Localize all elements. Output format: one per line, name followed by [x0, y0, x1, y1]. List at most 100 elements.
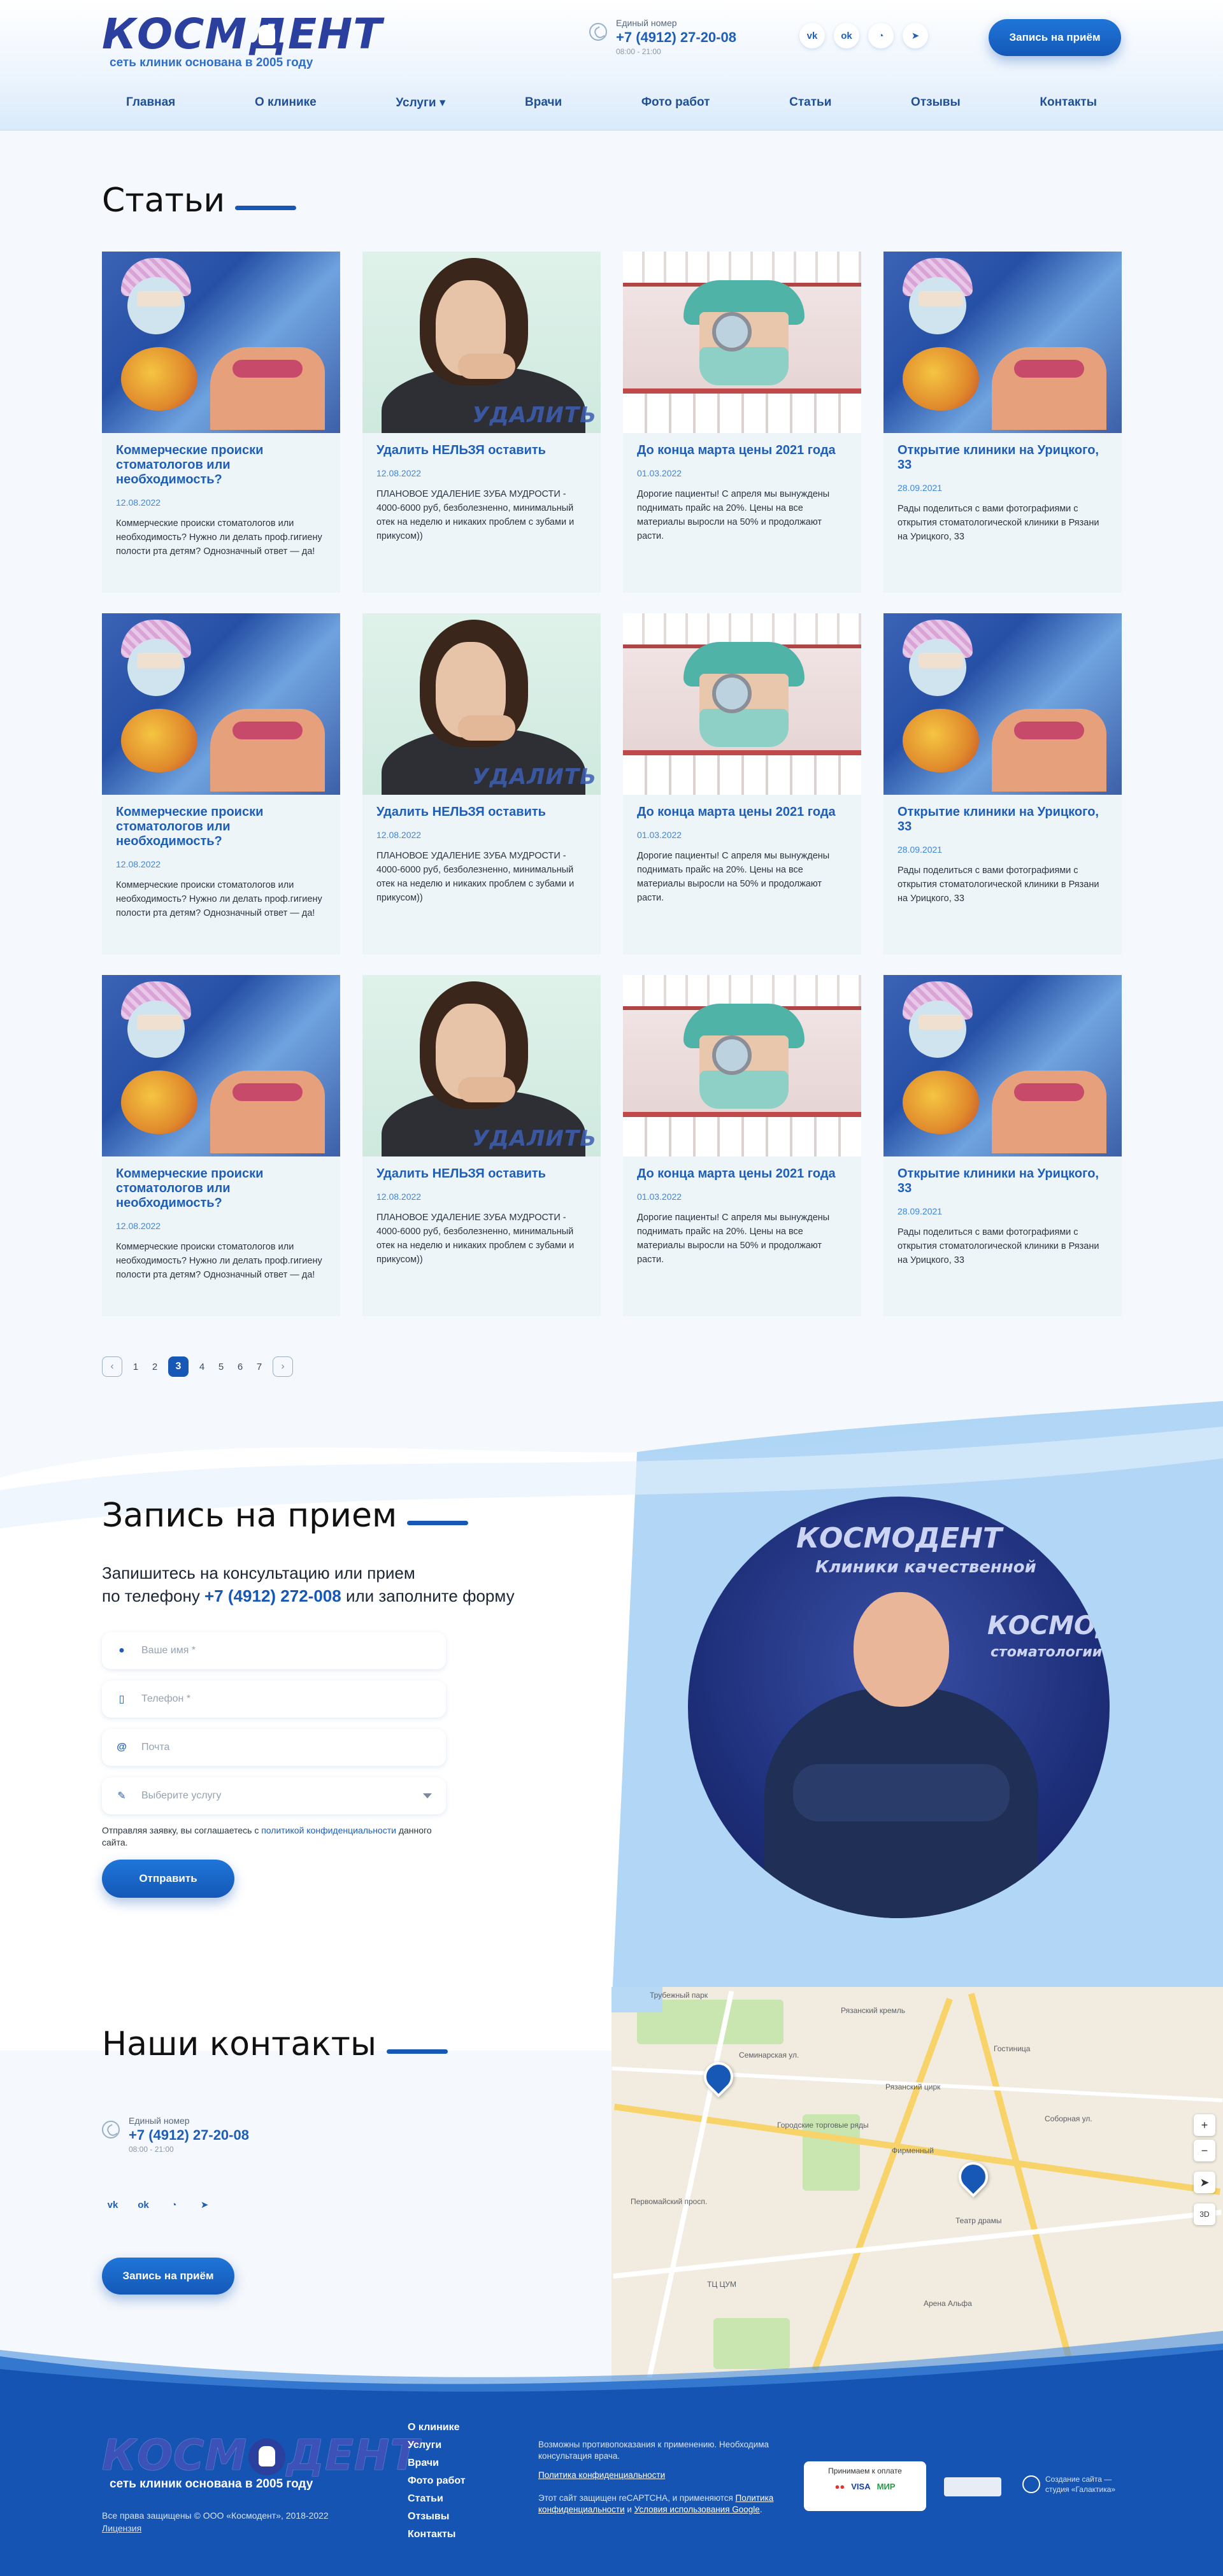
nav-item-doctors[interactable]: Врачи [525, 96, 562, 110]
article-image[interactable]: УДАЛИТЬ [362, 613, 601, 795]
article-title[interactable]: Удалить НЕЛЬЗЯ оставить [376, 805, 587, 820]
footer-privacy-link[interactable]: Политика конфиденциальности [538, 2470, 665, 2480]
ok-icon[interactable]: ok [132, 2194, 154, 2216]
pagination-page[interactable]: 2 [149, 1362, 161, 1372]
footer-link-photos[interactable]: Фото работ [408, 2475, 466, 2487]
article-card[interactable]: Коммерческие происки стоматологов или не… [102, 252, 340, 593]
contacts-appointment-button[interactable]: Запись на приём [102, 2258, 234, 2295]
whatsapp-icon[interactable]: ◔ [163, 2194, 185, 2216]
article-card[interactable]: До конца марта цены 2021 года 01.03.2022… [623, 613, 861, 955]
zoom-in-button[interactable]: + [1194, 2114, 1215, 2136]
article-image[interactable] [102, 252, 340, 433]
nav-item-photos[interactable]: Фото работ [641, 96, 710, 110]
privacy-policy-link[interactable]: политикой конфиденциальности [261, 1825, 396, 1835]
ok-icon[interactable]: ok [834, 23, 859, 48]
title-underline [387, 2049, 448, 2054]
article-title[interactable]: Коммерческие происки стоматологов или не… [116, 443, 326, 487]
footer-logo[interactable]: КОСМ ДЕНТ сеть клиник основана в 2005 го… [102, 2433, 419, 2491]
article-card-body: Коммерческие происки стоматологов или не… [102, 795, 340, 930]
pagination-page-active[interactable]: 3 [168, 1356, 189, 1377]
patient-glasses [1014, 1083, 1084, 1101]
studio-credit[interactable]: Создание сайта — студия «Галактика» [1022, 2474, 1122, 2494]
article-title[interactable]: Удалить НЕЛЬЗЯ оставить [376, 1167, 587, 1181]
article-card[interactable]: Открытие клиники на Урицкого, 33 28.09.2… [883, 613, 1122, 955]
license-link[interactable]: Лицензия [102, 2523, 141, 2533]
footer-link-reviews[interactable]: Отзывы [408, 2511, 466, 2523]
article-title[interactable]: До конца марта цены 2021 года [637, 805, 847, 820]
article-card[interactable]: Коммерческие происки стоматологов или не… [102, 975, 340, 1316]
footer-logo-wordmark: КОСМ ДЕНТ [102, 2433, 419, 2479]
article-image[interactable] [623, 252, 861, 433]
nav-item-about[interactable]: О клинике [255, 96, 317, 110]
article-title[interactable]: Открытие клиники на Урицкого, 33 [898, 805, 1108, 834]
appointment-phone-link[interactable]: +7 (4912) 272-008 [204, 1586, 341, 1605]
article-image[interactable] [883, 613, 1122, 795]
article-image[interactable] [623, 613, 861, 795]
article-title[interactable]: До конца марта цены 2021 года [637, 443, 847, 458]
article-image[interactable] [102, 975, 340, 1156]
nav-item-articles[interactable]: Статьи [789, 96, 831, 110]
article-card[interactable]: Открытие клиники на Урицкого, 33 28.09.2… [883, 252, 1122, 593]
article-card[interactable]: УДАЛИТЬ Удалить НЕЛЬЗЯ оставить 12.08.20… [362, 613, 601, 955]
article-title[interactable]: До конца марта цены 2021 года [637, 1167, 847, 1181]
article-title[interactable]: Коммерческие происки стоматологов или не… [116, 805, 326, 849]
clinic-map[interactable]: Трубежный парк Рязанский кремль Семинарс… [612, 1987, 1223, 2382]
header-phone-link[interactable]: +7 (4912) 27-20-08 [616, 29, 736, 46]
article-title[interactable]: Коммерческие происки стоматологов или не… [116, 1167, 326, 1211]
footer-link-articles[interactable]: Статьи [408, 2493, 466, 2505]
vk-icon[interactable]: vk [102, 2194, 124, 2216]
article-image[interactable]: УДАЛИТЬ [362, 975, 601, 1156]
nav-item-contacts[interactable]: Контакты [1040, 96, 1097, 110]
contacts-phone-link[interactable]: +7 (4912) 27-20-08 [129, 2127, 249, 2144]
article-title[interactable]: Открытие клиники на Урицкого, 33 [898, 443, 1108, 473]
article-image[interactable]: УДАЛИТЬ [362, 252, 601, 433]
article-title[interactable]: Удалить НЕЛЬЗЯ оставить [376, 443, 587, 458]
pagination-next-button[interactable]: › [273, 1356, 293, 1377]
email-field[interactable]: @ Почта [102, 1729, 446, 1766]
phone-field[interactable]: ▯ Телефон * [102, 1681, 446, 1718]
pagination-page[interactable]: 6 [234, 1362, 246, 1372]
vk-icon[interactable]: vk [799, 23, 825, 48]
header-appointment-button[interactable]: Запись на приём [989, 19, 1121, 56]
zoom-out-button[interactable]: − [1194, 2140, 1215, 2161]
pagination-prev-button[interactable]: ‹ [102, 1356, 122, 1377]
article-card[interactable]: УДАЛИТЬ Удалить НЕЛЬЗЯ оставить 12.08.20… [362, 975, 601, 1316]
pagination-page[interactable]: 7 [254, 1362, 265, 1372]
article-excerpt: Дорогие пациенты! С апреля мы вынуждены … [637, 1213, 830, 1265]
service-select[interactable]: ✎ Выберите услугу [102, 1777, 446, 1814]
image-stamp-text: УДАЛИТЬ [472, 764, 597, 790]
footer-link-about[interactable]: О клинике [408, 2422, 466, 2433]
nav-item-home[interactable]: Главная [126, 96, 175, 110]
nav-item-services[interactable]: Услуги ▾ [396, 96, 445, 110]
pagination-page[interactable]: 1 [130, 1362, 141, 1372]
geolocation-button[interactable]: ➤ [1194, 2172, 1215, 2193]
3d-view-button[interactable]: 3D [1194, 2203, 1215, 2225]
article-image[interactable] [102, 613, 340, 795]
footer-link-services[interactable]: Услуги [408, 2440, 466, 2451]
article-card[interactable]: Коммерческие происки стоматологов или не… [102, 613, 340, 955]
whatsapp-icon[interactable]: ◔ [868, 23, 894, 48]
google-terms-link[interactable]: Условия использования Google [634, 2505, 760, 2514]
certificate-badge-icon[interactable] [944, 2477, 1001, 2496]
name-field[interactable]: ● Ваше имя * [102, 1632, 446, 1669]
footer-link-contacts[interactable]: Контакты [408, 2529, 466, 2540]
service-placeholder: Выберите услугу [141, 1790, 222, 1801]
telegram-icon[interactable]: ➤ [194, 2194, 215, 2216]
clinic-pin-icon[interactable] [697, 2056, 740, 2098]
site-logo[interactable]: КОСМ ДЕНТ сеть клиник основана в 2005 го… [102, 11, 382, 70]
pagination-page[interactable]: 4 [196, 1362, 208, 1372]
doctor-photo: КОСМОДЕНТ Клиники качественной КОСМОДЕНТ… [688, 1497, 1110, 1918]
article-card[interactable]: До конца марта цены 2021 года 01.03.2022… [623, 252, 861, 593]
submit-button[interactable]: Отправить [102, 1860, 234, 1898]
pagination-page[interactable]: 5 [215, 1362, 227, 1372]
article-card[interactable]: УДАЛИТЬ Удалить НЕЛЬЗЯ оставить 12.08.20… [362, 252, 601, 593]
nav-item-reviews[interactable]: Отзывы [911, 96, 961, 110]
article-image[interactable] [883, 975, 1122, 1156]
article-image[interactable] [623, 975, 861, 1156]
telegram-icon[interactable]: ➤ [903, 23, 928, 48]
article-title[interactable]: Открытие клиники на Урицкого, 33 [898, 1167, 1108, 1196]
article-card[interactable]: До конца марта цены 2021 года 01.03.2022… [623, 975, 861, 1316]
footer-link-doctors[interactable]: Врачи [408, 2458, 466, 2469]
article-image[interactable] [883, 252, 1122, 433]
article-card[interactable]: Открытие клиники на Урицкого, 33 28.09.2… [883, 975, 1122, 1316]
